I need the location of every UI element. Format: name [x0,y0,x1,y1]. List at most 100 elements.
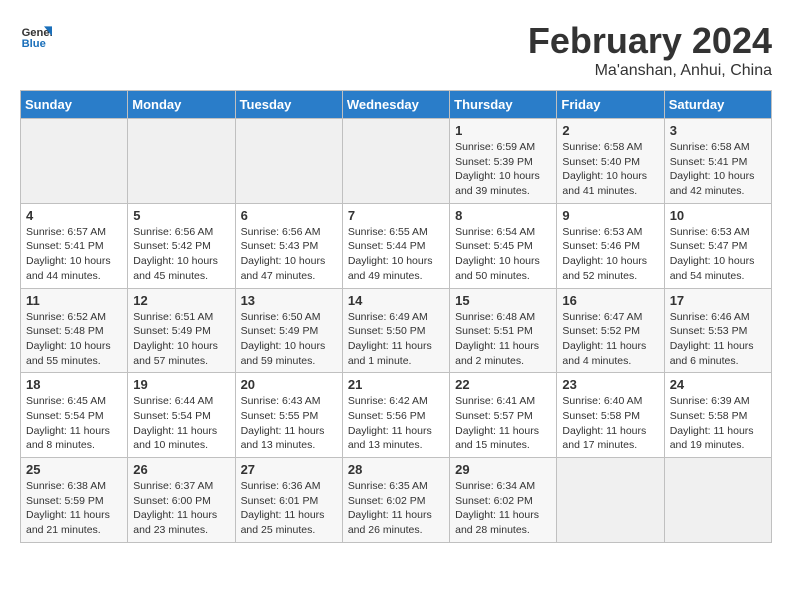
day-number: 11 [26,293,122,308]
weekday-header-cell: Friday [557,91,664,119]
calendar-week-row: 18 Sunrise: 6:45 AM Sunset: 5:54 PM Dayli… [21,373,772,458]
calendar-day-cell: 14 Sunrise: 6:49 AM Sunset: 5:50 PM Dayli… [342,288,449,373]
day-info: Sunrise: 6:58 AM Sunset: 5:41 PM Dayligh… [670,140,766,199]
day-number: 29 [455,462,551,477]
day-number: 10 [670,208,766,223]
month-title: February 2024 [528,20,772,62]
day-info: Sunrise: 6:35 AM Sunset: 6:02 PM Dayligh… [348,479,444,538]
page-header: General Blue February 2024 Ma'anshan, An… [20,20,772,80]
day-info: Sunrise: 6:56 AM Sunset: 5:43 PM Dayligh… [241,225,337,284]
day-info: Sunrise: 6:55 AM Sunset: 5:44 PM Dayligh… [348,225,444,284]
day-info: Sunrise: 6:41 AM Sunset: 5:57 PM Dayligh… [455,394,551,453]
calendar-day-cell: 19 Sunrise: 6:44 AM Sunset: 5:54 PM Dayli… [128,373,235,458]
weekday-header-cell: Tuesday [235,91,342,119]
day-number: 20 [241,377,337,392]
day-number: 21 [348,377,444,392]
weekday-header-cell: Wednesday [342,91,449,119]
day-info: Sunrise: 6:52 AM Sunset: 5:48 PM Dayligh… [26,310,122,369]
calendar-day-cell: 18 Sunrise: 6:45 AM Sunset: 5:54 PM Dayli… [21,373,128,458]
day-info: Sunrise: 6:54 AM Sunset: 5:45 PM Dayligh… [455,225,551,284]
calendar-day-cell: 6 Sunrise: 6:56 AM Sunset: 5:43 PM Daylig… [235,203,342,288]
day-number: 3 [670,123,766,138]
day-info: Sunrise: 6:59 AM Sunset: 5:39 PM Dayligh… [455,140,551,199]
calendar-week-row: 11 Sunrise: 6:52 AM Sunset: 5:48 PM Dayli… [21,288,772,373]
calendar-day-cell [235,119,342,204]
calendar-day-cell: 1 Sunrise: 6:59 AM Sunset: 5:39 PM Daylig… [450,119,557,204]
calendar-day-cell: 22 Sunrise: 6:41 AM Sunset: 5:57 PM Dayli… [450,373,557,458]
day-number: 23 [562,377,658,392]
day-info: Sunrise: 6:37 AM Sunset: 6:00 PM Dayligh… [133,479,229,538]
calendar-day-cell: 25 Sunrise: 6:38 AM Sunset: 5:59 PM Dayli… [21,458,128,543]
day-number: 14 [348,293,444,308]
weekday-header-cell: Sunday [21,91,128,119]
day-number: 27 [241,462,337,477]
day-info: Sunrise: 6:50 AM Sunset: 5:49 PM Dayligh… [241,310,337,369]
weekday-header-cell: Saturday [664,91,771,119]
title-block: February 2024 Ma'anshan, Anhui, China [528,20,772,80]
calendar-day-cell [557,458,664,543]
calendar-day-cell: 20Sunrise: 6:43 AM Sunset: 5:55 PM Dayli… [235,373,342,458]
calendar-table: SundayMondayTuesdayWednesdayThursdayFrid… [20,90,772,543]
day-number: 7 [348,208,444,223]
day-info: Sunrise: 6:58 AM Sunset: 5:40 PM Dayligh… [562,140,658,199]
calendar-day-cell: 16Sunrise: 6:47 AM Sunset: 5:52 PM Dayli… [557,288,664,373]
location-title: Ma'anshan, Anhui, China [528,62,772,80]
calendar-day-cell: 27 Sunrise: 6:36 AM Sunset: 6:01 PM Dayli… [235,458,342,543]
day-info: Sunrise: 6:45 AM Sunset: 5:54 PM Dayligh… [26,394,122,453]
day-info: Sunrise: 6:38 AM Sunset: 5:59 PM Dayligh… [26,479,122,538]
day-number: 19 [133,377,229,392]
calendar-day-cell: 2 Sunrise: 6:58 AM Sunset: 5:40 PM Daylig… [557,119,664,204]
calendar-day-cell: 11 Sunrise: 6:52 AM Sunset: 5:48 PM Dayli… [21,288,128,373]
day-number: 17 [670,293,766,308]
day-number: 9 [562,208,658,223]
calendar-day-cell: 9 Sunrise: 6:53 AM Sunset: 5:46 PM Daylig… [557,203,664,288]
calendar-day-cell: 26 Sunrise: 6:37 AM Sunset: 6:00 PM Dayli… [128,458,235,543]
day-number: 15 [455,293,551,308]
day-info: Sunrise: 6:44 AM Sunset: 5:54 PM Dayligh… [133,394,229,453]
weekday-header-cell: Thursday [450,91,557,119]
calendar-day-cell: 17 Sunrise: 6:46 AM Sunset: 5:53 PM Dayli… [664,288,771,373]
day-number: 6 [241,208,337,223]
day-info: Sunrise: 6:47 AM Sunset: 5:52 PM Dayligh… [562,310,658,369]
weekday-header-row: SundayMondayTuesdayWednesdayThursdayFrid… [21,91,772,119]
day-info: Sunrise: 6:36 AM Sunset: 6:01 PM Dayligh… [241,479,337,538]
calendar-day-cell: 5 Sunrise: 6:56 AM Sunset: 5:42 PM Daylig… [128,203,235,288]
calendar-body: 1 Sunrise: 6:59 AM Sunset: 5:39 PM Daylig… [21,119,772,543]
calendar-day-cell [664,458,771,543]
day-info: Sunrise: 6:53 AM Sunset: 5:47 PM Dayligh… [670,225,766,284]
calendar-day-cell: 28 Sunrise: 6:35 AM Sunset: 6:02 PM Dayli… [342,458,449,543]
svg-text:Blue: Blue [22,38,46,50]
day-number: 24 [670,377,766,392]
calendar-day-cell: 13Sunrise: 6:50 AM Sunset: 5:49 PM Dayli… [235,288,342,373]
calendar-day-cell: 10 Sunrise: 6:53 AM Sunset: 5:47 PM Dayli… [664,203,771,288]
day-info: Sunrise: 6:56 AM Sunset: 5:42 PM Dayligh… [133,225,229,284]
day-number: 25 [26,462,122,477]
day-number: 5 [133,208,229,223]
calendar-day-cell: 12 Sunrise: 6:51 AM Sunset: 5:49 PM Dayli… [128,288,235,373]
logo: General Blue [20,20,52,52]
calendar-day-cell: 29Sunrise: 6:34 AM Sunset: 6:02 PM Dayli… [450,458,557,543]
weekday-header-cell: Monday [128,91,235,119]
day-info: Sunrise: 6:51 AM Sunset: 5:49 PM Dayligh… [133,310,229,369]
day-number: 28 [348,462,444,477]
day-info: Sunrise: 6:49 AM Sunset: 5:50 PM Dayligh… [348,310,444,369]
day-info: Sunrise: 6:46 AM Sunset: 5:53 PM Dayligh… [670,310,766,369]
calendar-day-cell: 8Sunrise: 6:54 AM Sunset: 5:45 PM Daylig… [450,203,557,288]
calendar-day-cell: 24 Sunrise: 6:39 AM Sunset: 5:58 PM Dayli… [664,373,771,458]
day-info: Sunrise: 6:53 AM Sunset: 5:46 PM Dayligh… [562,225,658,284]
calendar-day-cell: 15 Sunrise: 6:48 AM Sunset: 5:51 PM Dayli… [450,288,557,373]
day-number: 1 [455,123,551,138]
day-number: 2 [562,123,658,138]
calendar-day-cell [128,119,235,204]
day-number: 22 [455,377,551,392]
calendar-week-row: 4Sunrise: 6:57 AM Sunset: 5:41 PM Daylig… [21,203,772,288]
calendar-day-cell: 21 Sunrise: 6:42 AM Sunset: 5:56 PM Dayli… [342,373,449,458]
day-number: 12 [133,293,229,308]
day-info: Sunrise: 6:48 AM Sunset: 5:51 PM Dayligh… [455,310,551,369]
day-info: Sunrise: 6:57 AM Sunset: 5:41 PM Dayligh… [26,225,122,284]
day-info: Sunrise: 6:42 AM Sunset: 5:56 PM Dayligh… [348,394,444,453]
day-number: 26 [133,462,229,477]
day-info: Sunrise: 6:39 AM Sunset: 5:58 PM Dayligh… [670,394,766,453]
calendar-day-cell: 23Sunrise: 6:40 AM Sunset: 5:58 PM Dayli… [557,373,664,458]
day-number: 18 [26,377,122,392]
